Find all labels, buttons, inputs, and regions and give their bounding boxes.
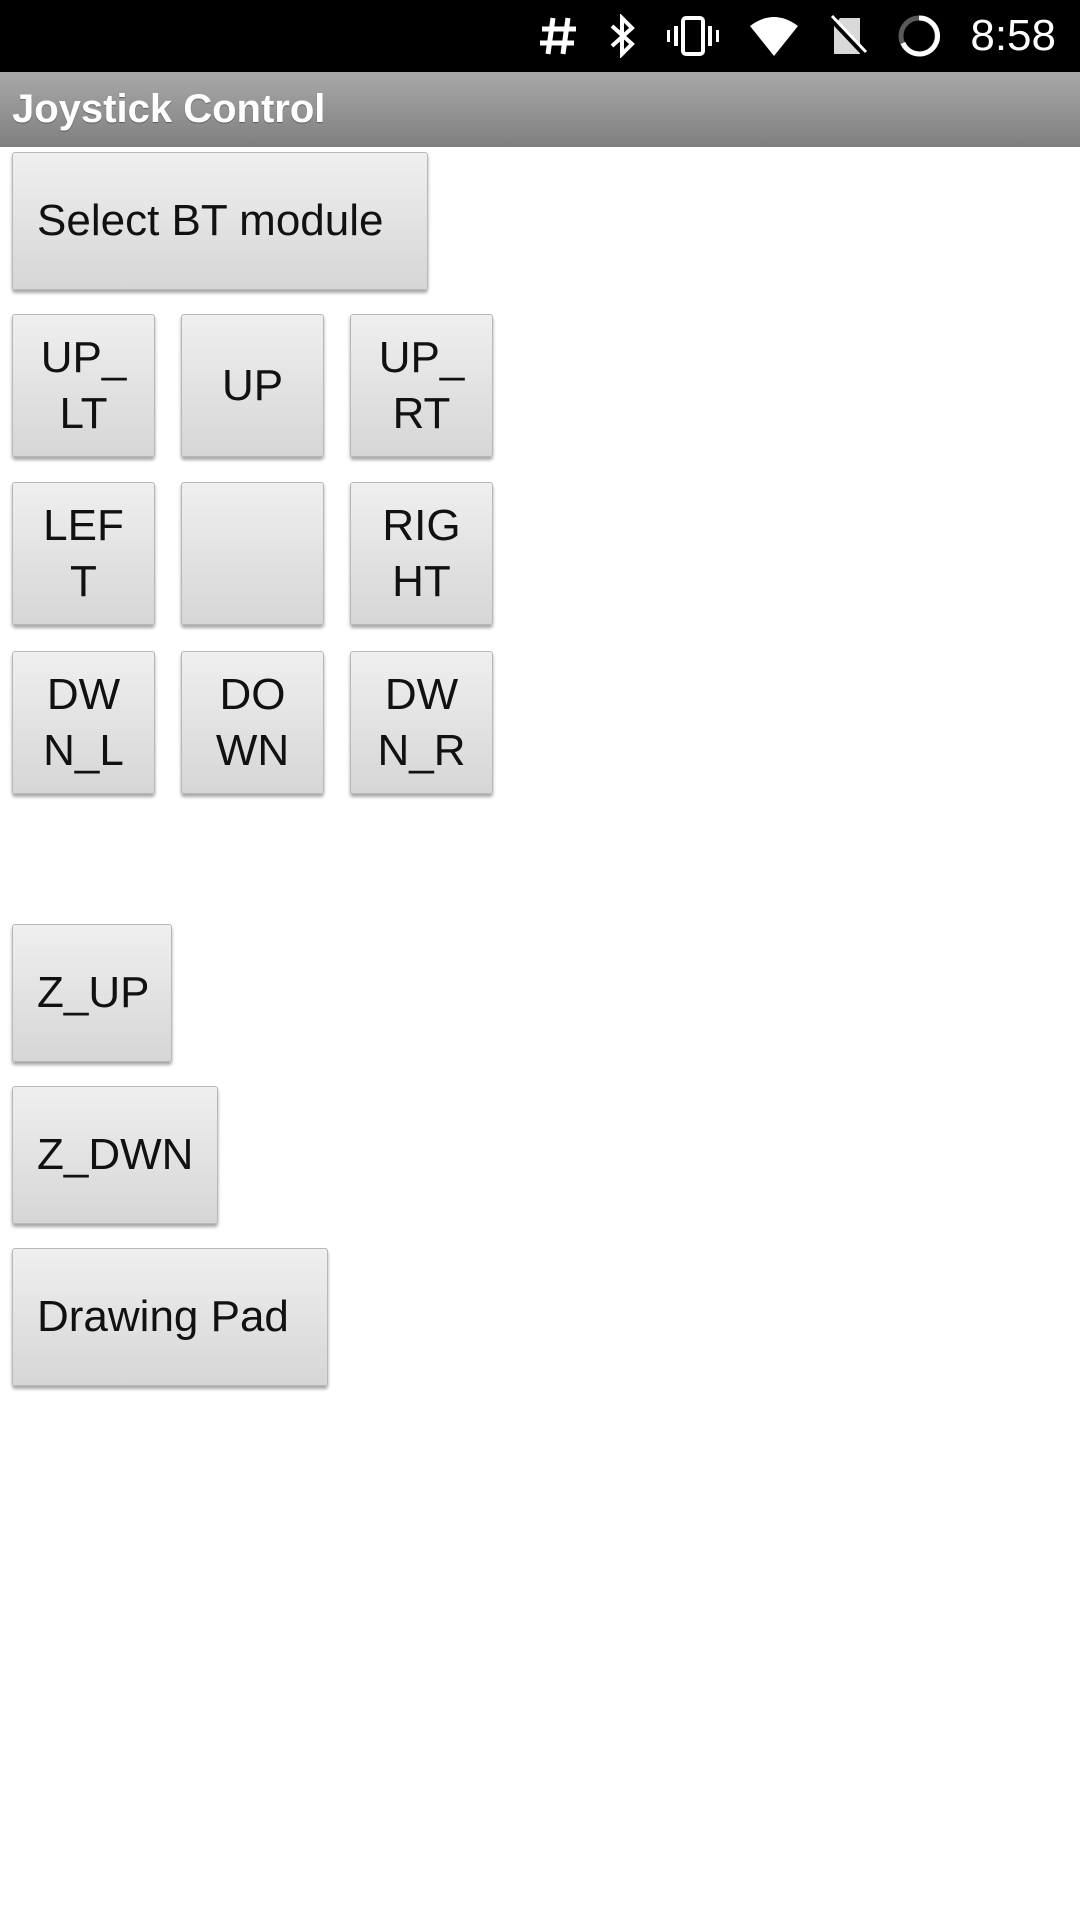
app-bar: Joystick Control	[0, 72, 1080, 147]
down-button[interactable]: DO WN	[181, 651, 324, 794]
clock: 8:58	[970, 11, 1056, 60]
up-button[interactable]: UP	[181, 314, 324, 457]
left-button[interactable]: LEF T	[12, 482, 155, 625]
up-left-label: UP_ LT	[40, 332, 127, 438]
wifi-icon	[748, 14, 800, 58]
bluetooth-icon	[608, 14, 638, 58]
status-bar: 8:58	[0, 0, 1080, 72]
z-up-label: Z_UP	[37, 968, 150, 1017]
center-button[interactable]	[181, 482, 324, 625]
down-left-button[interactable]: DW N_L	[12, 651, 155, 794]
app-title: Joystick Control	[12, 87, 326, 131]
battery-charging-icon	[896, 13, 942, 59]
down-right-label: DW N_R	[377, 669, 466, 775]
no-sim-icon	[828, 14, 869, 58]
down-right-button[interactable]: DW N_R	[350, 651, 493, 794]
up-label: UP	[221, 360, 284, 410]
drawing-pad-button[interactable]: Drawing Pad	[12, 1248, 328, 1386]
down-label: DO WN	[215, 669, 290, 775]
right-label: RIG HT	[382, 500, 461, 606]
right-button[interactable]: RIG HT	[350, 482, 493, 625]
vibrate-icon	[666, 14, 720, 58]
left-label: LEF T	[43, 500, 124, 606]
hash-icon	[536, 14, 580, 58]
z-up-button[interactable]: Z_UP	[12, 924, 172, 1062]
select-bt-module-label: Select BT module	[37, 196, 384, 245]
z-down-button[interactable]: Z_DWN	[12, 1086, 218, 1224]
status-icons: 8:58	[536, 0, 1056, 72]
up-left-button[interactable]: UP_ LT	[12, 314, 155, 457]
z-down-label: Z_DWN	[37, 1130, 194, 1179]
drawing-pad-label: Drawing Pad	[37, 1292, 289, 1341]
down-left-label: DW N_L	[43, 669, 124, 775]
up-right-button[interactable]: UP_ RT	[350, 314, 493, 457]
up-right-label: UP_ RT	[378, 332, 465, 438]
select-bt-module-button[interactable]: Select BT module	[12, 152, 428, 290]
